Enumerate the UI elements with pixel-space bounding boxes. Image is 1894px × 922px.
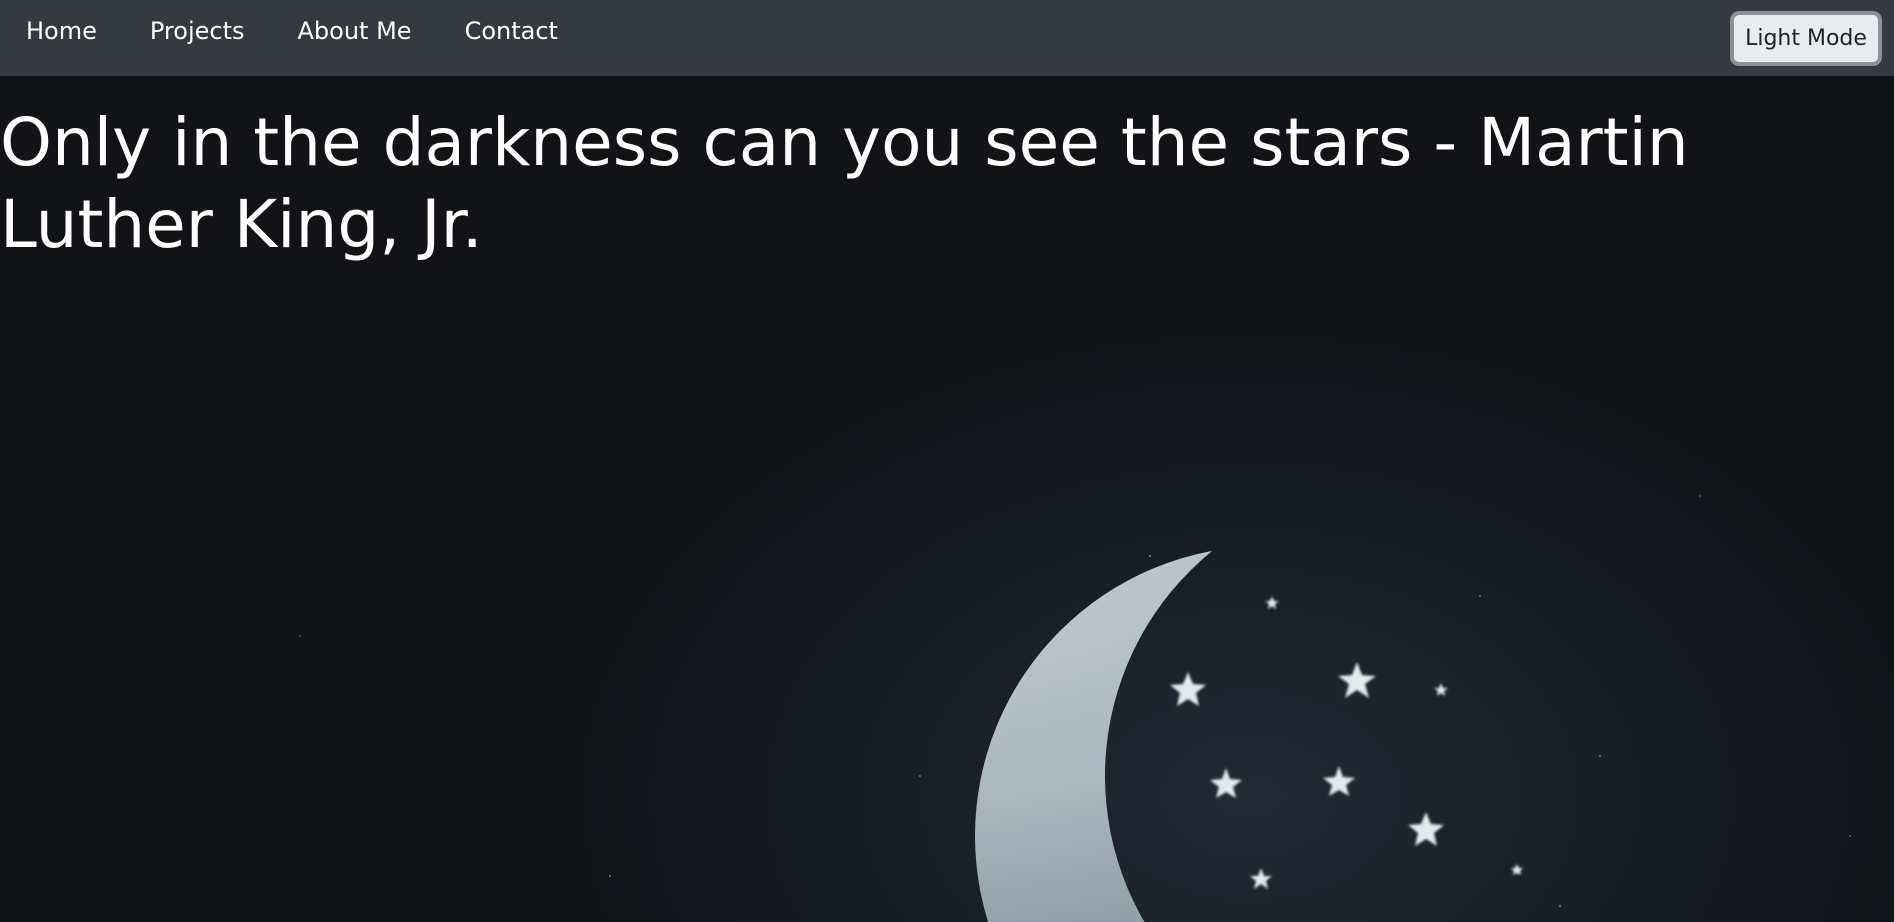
nav-links: Home Projects About Me Contact — [0, 0, 611, 62]
hero-quote: Only in the darkness can you see the sta… — [0, 104, 1689, 263]
nav-link-contact[interactable]: Contact — [465, 17, 558, 45]
top-navbar: Home Projects About Me Contact Light Mod… — [0, 0, 1894, 76]
light-mode-button[interactable]: Light Mode — [1730, 11, 1882, 66]
nav-link-home[interactable]: Home — [26, 17, 97, 45]
nav-link-projects[interactable]: Projects — [150, 17, 245, 45]
hero-section: Only in the darkness can you see the sta… — [0, 76, 1894, 922]
nav-link-about-me[interactable]: About Me — [298, 17, 412, 45]
